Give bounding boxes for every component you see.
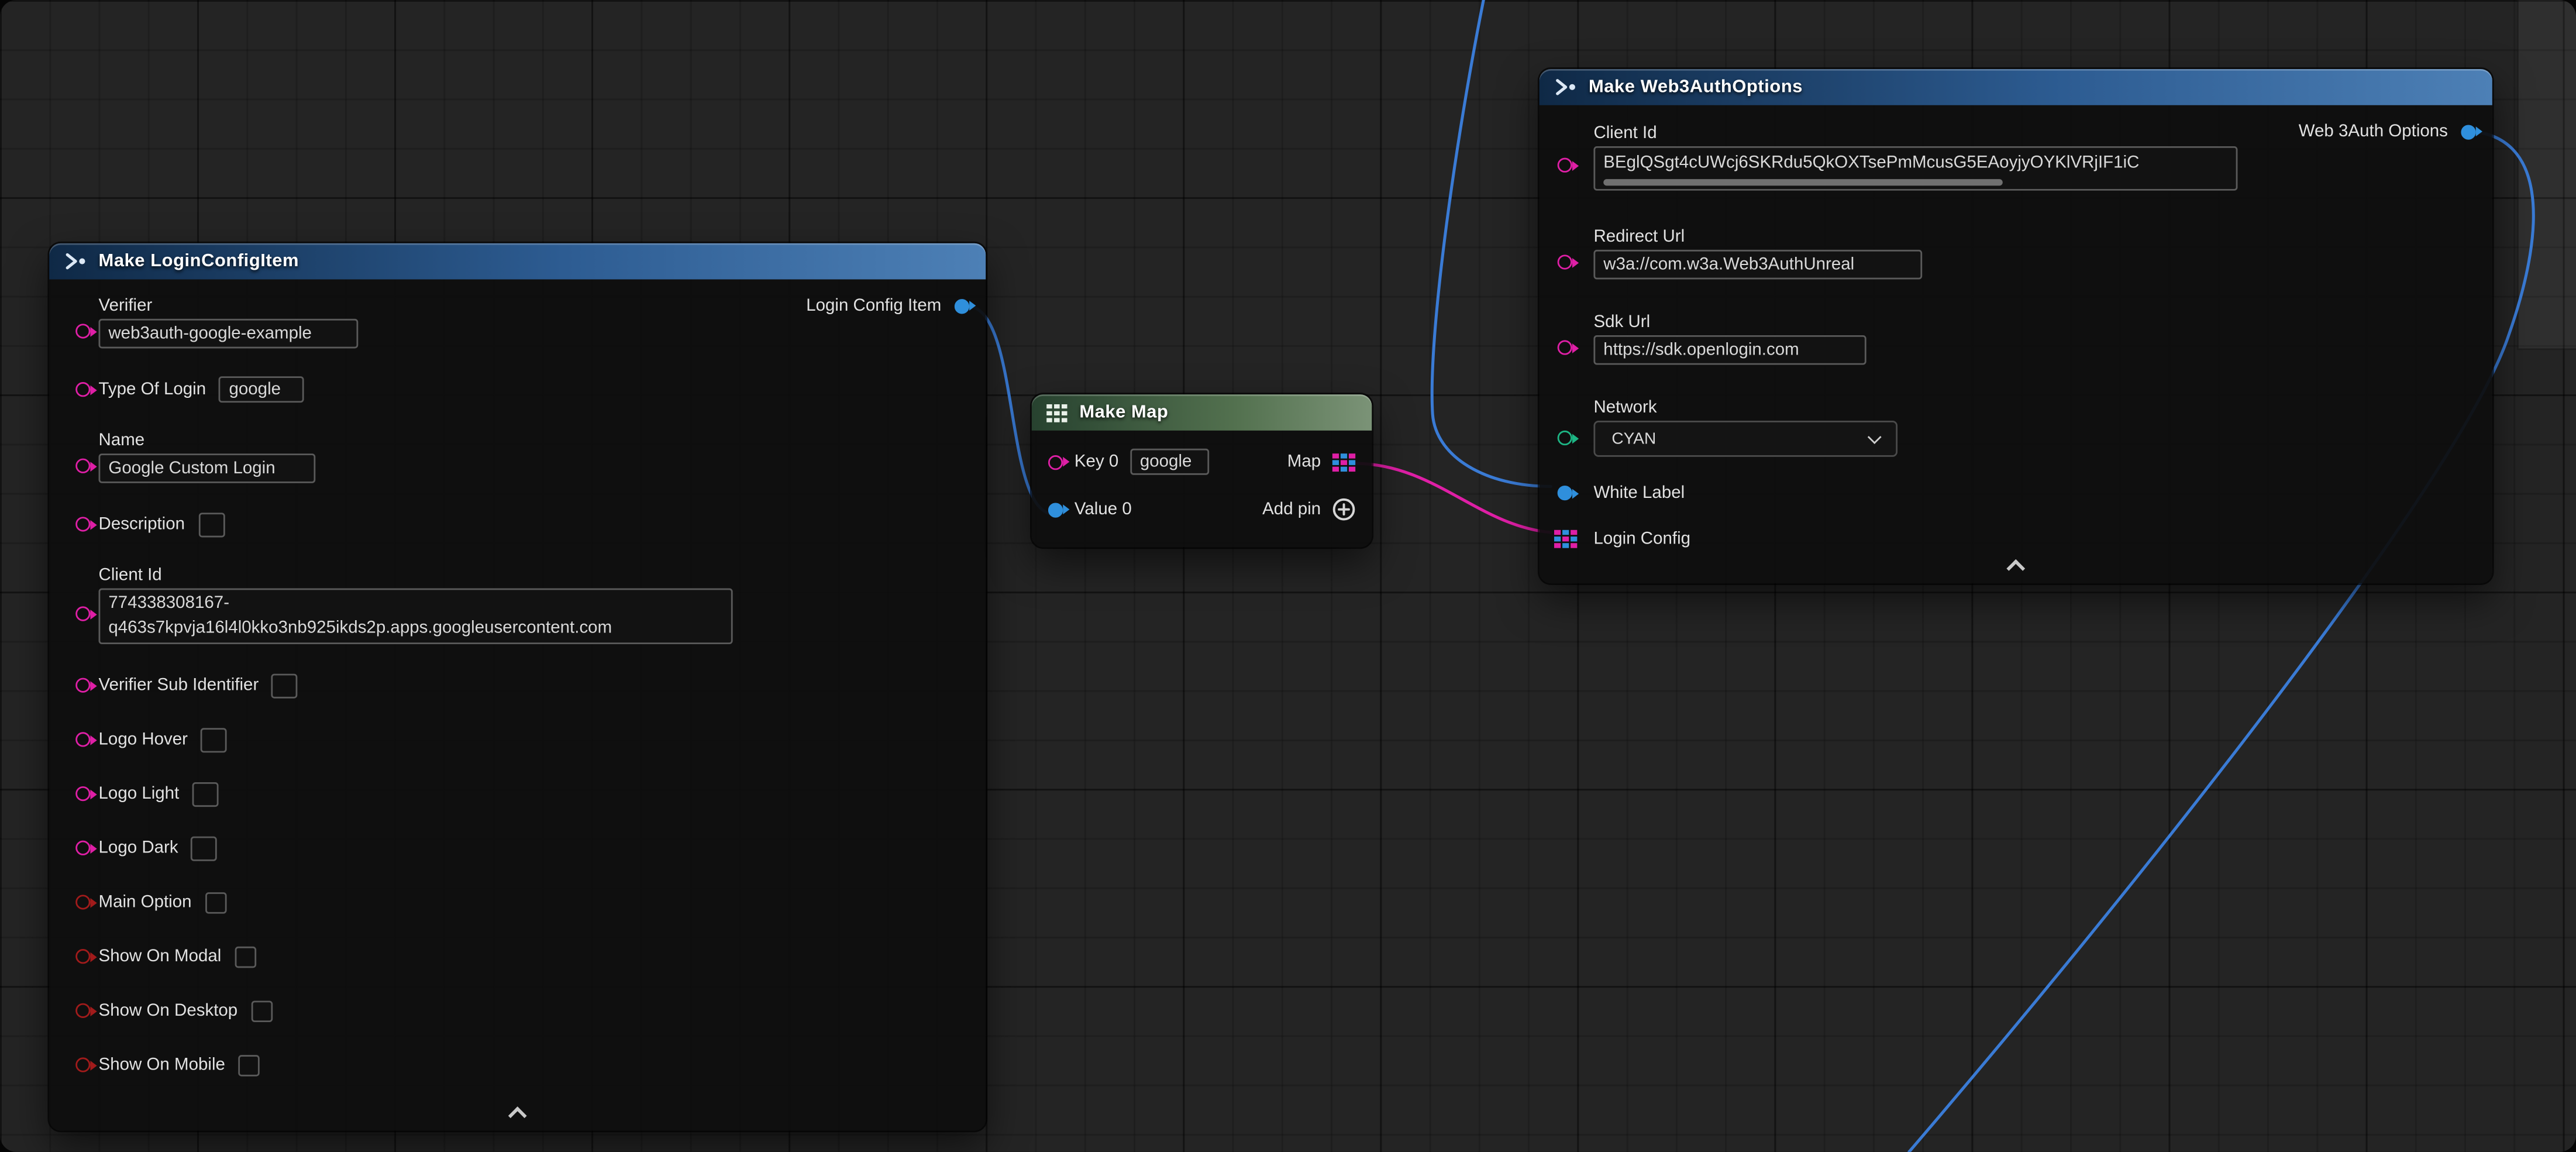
network-dropdown-value: CYAN xyxy=(1611,429,1656,448)
pin-show-on-modal[interactable] xyxy=(75,949,90,964)
pin-label-logo-light: Logo Light xyxy=(99,784,180,804)
pin-client-id[interactable] xyxy=(75,606,90,621)
output-label-map: Map xyxy=(1287,452,1321,472)
pin-label-verifier-sub-identifier: Verifier Sub Identifier xyxy=(99,675,259,695)
pin-label-logo-dark: Logo Dark xyxy=(99,838,178,858)
pin-label-client-id: Client Id xyxy=(1593,123,2472,143)
pin-label-login-config: Login Config xyxy=(1593,529,1690,549)
pin-label-key0: Key 0 xyxy=(1075,452,1118,472)
verifier-input[interactable] xyxy=(99,319,359,349)
pin-description[interactable] xyxy=(75,517,90,531)
key0-input[interactable] xyxy=(1130,449,1209,475)
logo-light-input[interactable] xyxy=(192,782,219,806)
redirect-url-input[interactable] xyxy=(1593,250,1922,280)
node-header-make-web3authoptions[interactable]: Make Web3AuthOptions xyxy=(1540,69,2492,105)
make-map-icon xyxy=(1046,404,1068,422)
pin-verifier[interactable] xyxy=(75,324,90,338)
logo-hover-input[interactable] xyxy=(201,727,227,752)
pin-client-id[interactable] xyxy=(1558,158,1572,173)
pin-name[interactable] xyxy=(75,459,90,473)
pin-logo-light[interactable] xyxy=(75,786,90,801)
output-pin-map[interactable] xyxy=(1332,453,1355,471)
node-title: Make LoginConfigItem xyxy=(99,252,299,271)
pin-show-on-mobile[interactable] xyxy=(75,1057,90,1072)
node-header-make-loginconfigitem[interactable]: Make LoginConfigItem xyxy=(49,243,986,280)
pin-label-verifier: Verifier xyxy=(99,296,966,316)
add-pin-icon[interactable] xyxy=(1332,498,1355,521)
pin-verifier-sub-identifier[interactable] xyxy=(75,678,90,693)
node-title: Make Map xyxy=(1079,403,1168,422)
make-struct-icon xyxy=(1554,77,1577,97)
make-struct-icon xyxy=(64,252,87,271)
verifier-sub-identifier-input[interactable] xyxy=(272,673,298,697)
client-id-input[interactable]: 774338308167-q463s7kpvja16l4l0kko3nb925i… xyxy=(99,589,733,644)
pin-show-on-desktop[interactable] xyxy=(75,1003,90,1018)
pin-label-type-of-login: Type Of Login xyxy=(99,380,206,400)
node-title: Make Web3AuthOptions xyxy=(1589,77,1803,97)
pin-label-sdk-url: Sdk Url xyxy=(1593,312,2472,332)
pin-network[interactable] xyxy=(1558,431,1572,445)
chevron-up-icon xyxy=(508,1106,527,1125)
show-on-modal-checkbox[interactable] xyxy=(235,945,256,967)
node-make-map[interactable]: Make Map Key 0 Map Value 0 Add pin xyxy=(1032,394,1372,547)
logo-dark-input[interactable] xyxy=(191,835,218,860)
pin-login-config[interactable] xyxy=(1554,530,1577,548)
chevron-up-icon xyxy=(2006,559,2025,578)
pin-label-main-option: Main Option xyxy=(99,892,192,912)
add-pin-label: Add pin xyxy=(1262,500,1321,520)
pin-label-description: Description xyxy=(99,514,185,534)
description-input[interactable] xyxy=(198,512,225,537)
pin-label-white-label: White Label xyxy=(1593,483,1685,503)
pin-sdk-url[interactable] xyxy=(1558,340,1572,355)
pin-main-option[interactable] xyxy=(75,895,90,909)
wire-map-to-login-config[interactable] xyxy=(1357,463,1551,532)
main-option-checkbox[interactable] xyxy=(205,892,226,913)
chevron-down-icon xyxy=(1868,429,1882,443)
sdk-url-input[interactable] xyxy=(1593,335,1866,365)
pin-logo-hover[interactable] xyxy=(75,732,90,747)
name-input[interactable] xyxy=(99,453,316,483)
blueprint-graph[interactable]: Make LoginConfigItem Login Config Item V… xyxy=(0,0,2576,1152)
node-header-make-map[interactable]: Make Map xyxy=(1032,394,1372,431)
type-of-login-input[interactable] xyxy=(219,376,305,403)
collapse-button[interactable] xyxy=(1540,562,2492,575)
pin-label-name: Name xyxy=(99,431,966,451)
pin-label-value0: Value 0 xyxy=(1075,500,1132,520)
node-make-loginconfigitem[interactable]: Make LoginConfigItem Login Config Item V… xyxy=(49,243,986,1131)
pin-label-client-id: Client Id xyxy=(99,565,966,585)
pin-logo-dark[interactable] xyxy=(75,841,90,855)
horizontal-scrollbar[interactable] xyxy=(1603,179,2003,185)
pin-label-show-on-modal: Show On Modal xyxy=(99,947,222,967)
pin-label-show-on-desktop: Show On Desktop xyxy=(99,1000,238,1020)
client-id-input[interactable]: BEglQSgt4cUWcj6SKRdu5QkOXTsePmMcusG5EAoy… xyxy=(1593,146,2237,191)
pin-value0[interactable] xyxy=(1048,502,1063,517)
show-on-desktop-checkbox[interactable] xyxy=(251,1000,273,1022)
collapse-button[interactable] xyxy=(49,1109,986,1122)
pin-label-redirect-url: Redirect Url xyxy=(1593,227,2472,247)
pin-label-logo-hover: Logo Hover xyxy=(99,730,188,749)
pin-redirect-url[interactable] xyxy=(1558,255,1572,269)
network-dropdown[interactable]: CYAN xyxy=(1593,421,1897,457)
node-make-web3authoptions[interactable]: Make Web3AuthOptions Web 3Auth Options C… xyxy=(1540,69,2492,583)
pin-label-network: Network xyxy=(1593,398,2472,418)
show-on-mobile-checkbox[interactable] xyxy=(238,1054,260,1076)
wire-top-to-white-label[interactable] xyxy=(1432,0,1551,486)
pin-key0[interactable] xyxy=(1048,455,1063,469)
pin-label-show-on-mobile: Show On Mobile xyxy=(99,1055,225,1075)
pin-white-label[interactable] xyxy=(1558,486,1572,500)
pin-type-of-login[interactable] xyxy=(75,382,90,397)
